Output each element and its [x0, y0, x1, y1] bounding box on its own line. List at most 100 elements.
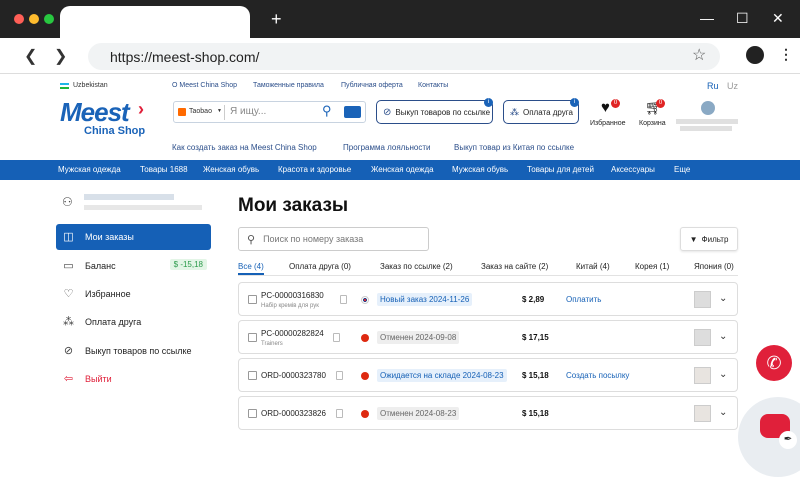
buy-by-link-label: Выкуп товаров по ссылке: [395, 107, 491, 117]
profile-icon[interactable]: [746, 46, 764, 64]
sidebar-item-my-orders[interactable]: ◫ Мои заказы: [56, 224, 211, 250]
order-search-input[interactable]: ⚲ Поиск по номеру заказа: [238, 227, 429, 251]
category-item[interactable]: Мужская одежда: [58, 165, 121, 174]
user-fullname-blurred: [84, 194, 174, 200]
sub-link-loyalty[interactable]: Программа лояльности: [343, 143, 431, 152]
page-title: Мои заказы: [238, 195, 349, 216]
copy-icon[interactable]: [336, 409, 343, 418]
china-flag-icon: [361, 410, 369, 418]
close-dot-icon[interactable]: [14, 14, 24, 24]
tab-japan[interactable]: Япония (0): [694, 262, 734, 271]
sidebar-item-logout[interactable]: ⇦ Выйти: [56, 366, 211, 392]
order-row[interactable]: ORD-0000323780 Ожидается на складе 2024-…: [238, 358, 738, 392]
order-subtitle: Trainers: [261, 341, 283, 347]
tab-all[interactable]: Все (4): [238, 262, 264, 275]
url-text[interactable]: https://meest-shop.com/: [110, 49, 259, 65]
sidebar-item-pay-friend[interactable]: ⁂ Оплата друга: [56, 309, 211, 335]
sub-link-china-buy[interactable]: Выкуп товар из Китая по ссылке: [454, 143, 574, 152]
top-link-customs[interactable]: Таможенные правила: [253, 82, 324, 89]
tab-china[interactable]: Китай (4): [576, 262, 610, 271]
user-avatar[interactable]: [701, 101, 715, 115]
pay-button[interactable]: Оплатить: [566, 295, 601, 304]
camera-icon[interactable]: [344, 106, 361, 118]
copy-icon[interactable]: [340, 295, 347, 304]
users-icon: ⁂: [510, 106, 519, 117]
category-item[interactable]: Мужская обувь: [452, 165, 508, 174]
sidebar-item-buy-by-link[interactable]: ⊘ Выкуп товаров по ссылке: [56, 338, 211, 364]
buy-by-link-button[interactable]: ⊘ Выкуп товаров по ссылке: [376, 100, 493, 124]
sidebar-item-favorites[interactable]: ♡ Избранное: [56, 281, 211, 307]
buy-by-link-info-badge: i: [484, 98, 493, 107]
chevron-down-icon[interactable]: ⌄: [719, 293, 727, 304]
tabs-divider: [238, 275, 738, 276]
browser-tab[interactable]: [60, 6, 250, 38]
address-bar: ❮ ❯ https://meest-shop.com/ ☆ ⋮: [0, 38, 800, 74]
bookmark-star-icon[interactable]: ☆: [692, 45, 706, 65]
window-close-button[interactable]: ✕: [772, 10, 784, 26]
forward-arrow-icon[interactable]: ❯: [54, 46, 67, 66]
order-checkbox[interactable]: [248, 333, 257, 342]
category-item[interactable]: Аксессуары: [611, 165, 655, 174]
category-more[interactable]: Еще: [674, 165, 690, 174]
kebab-menu-icon[interactable]: ⋮: [779, 46, 793, 63]
category-item[interactable]: Товары для детей: [527, 165, 594, 174]
search-input[interactable]: Я ищу...: [230, 106, 266, 117]
window-maximize-button[interactable]: ☐: [736, 10, 749, 26]
logo[interactable]: Meest: [60, 97, 130, 128]
search-icon[interactable]: ⚲: [322, 103, 332, 119]
chevron-down-icon[interactable]: ⌄: [719, 331, 727, 342]
favorites-label[interactable]: Избранное: [590, 120, 625, 127]
back-arrow-icon[interactable]: ❮: [24, 46, 37, 66]
order-checkbox[interactable]: [248, 409, 257, 418]
sidebar-user: ⚇: [56, 189, 216, 221]
pay-friend-button[interactable]: ⁂ Оплата друга: [503, 100, 579, 124]
sidebar-item-label: Избранное: [85, 289, 131, 299]
top-link-contacts[interactable]: Контакты: [418, 82, 448, 89]
order-row[interactable]: PC-00000282824 Trainers Отменен 2024-09-…: [238, 320, 738, 354]
minimize-dot-icon[interactable]: [29, 14, 39, 24]
user-name-blurred: [676, 119, 738, 124]
country-label: Uzbekistan: [73, 82, 108, 89]
sub-link-how-to-order[interactable]: Как создать заказ на Meest China Shop: [172, 143, 317, 152]
copy-icon[interactable]: [336, 371, 343, 380]
order-id: PC-00000316830: [261, 291, 324, 300]
copy-icon[interactable]: [333, 333, 340, 342]
order-row[interactable]: PC-00000316830 Набір кремів для рук Новы…: [238, 282, 738, 316]
heart-icon[interactable]: ♥: [601, 99, 610, 116]
order-checkbox[interactable]: [248, 295, 257, 304]
chevron-down-icon[interactable]: ▼: [217, 108, 222, 114]
link-icon: ⊘: [63, 344, 74, 357]
filter-label: Фильтр: [701, 234, 729, 244]
top-link-offer[interactable]: Публичная оферта: [341, 82, 403, 89]
maximize-dot-icon[interactable]: [44, 14, 54, 24]
order-id: ORD-0000323826: [261, 409, 326, 418]
category-item[interactable]: Женская обувь: [203, 165, 259, 174]
chevron-down-icon[interactable]: ⌄: [719, 369, 727, 380]
category-item[interactable]: Женская одежда: [371, 165, 434, 174]
order-checkbox[interactable]: [248, 371, 257, 380]
sidebar-item-balance[interactable]: ▭ Баланс $ -15,18: [56, 253, 211, 279]
cart-label[interactable]: Корзина: [639, 120, 666, 127]
tab-pay-friend[interactable]: Оплата друга (0): [289, 262, 351, 271]
tab-on-site[interactable]: Заказ на сайте (2): [481, 262, 548, 271]
search-divider: [224, 105, 225, 120]
category-item[interactable]: Красота и здоровье: [278, 165, 351, 174]
country-selector[interactable]: Uzbekistan: [60, 82, 108, 89]
new-tab-button[interactable]: +: [271, 10, 282, 28]
feather-icon[interactable]: ✒: [779, 431, 797, 449]
search-source[interactable]: Taobao: [189, 108, 212, 115]
window-minimize-button[interactable]: —: [700, 10, 714, 26]
korea-flag-icon: [361, 296, 369, 304]
top-link-about[interactable]: О Meest China Shop: [172, 82, 237, 89]
tab-by-link[interactable]: Заказ по ссылке (2): [380, 262, 453, 271]
order-row[interactable]: ORD-0000323826 Отменен 2024-08-23 $ 15,1…: [238, 396, 738, 430]
chevron-down-icon[interactable]: ⌄: [719, 407, 727, 418]
create-parcel-button[interactable]: Создать посылку: [566, 371, 629, 380]
lang-ru[interactable]: Ru: [707, 81, 719, 91]
tab-korea[interactable]: Корея (1): [635, 262, 669, 271]
lang-uz[interactable]: Uz: [727, 81, 738, 91]
filter-button[interactable]: ▼ Фильтр: [680, 227, 738, 251]
category-item[interactable]: Товары 1688: [140, 165, 188, 174]
phone-call-icon[interactable]: ✆: [756, 345, 792, 381]
product-thumbnail: [694, 329, 711, 346]
